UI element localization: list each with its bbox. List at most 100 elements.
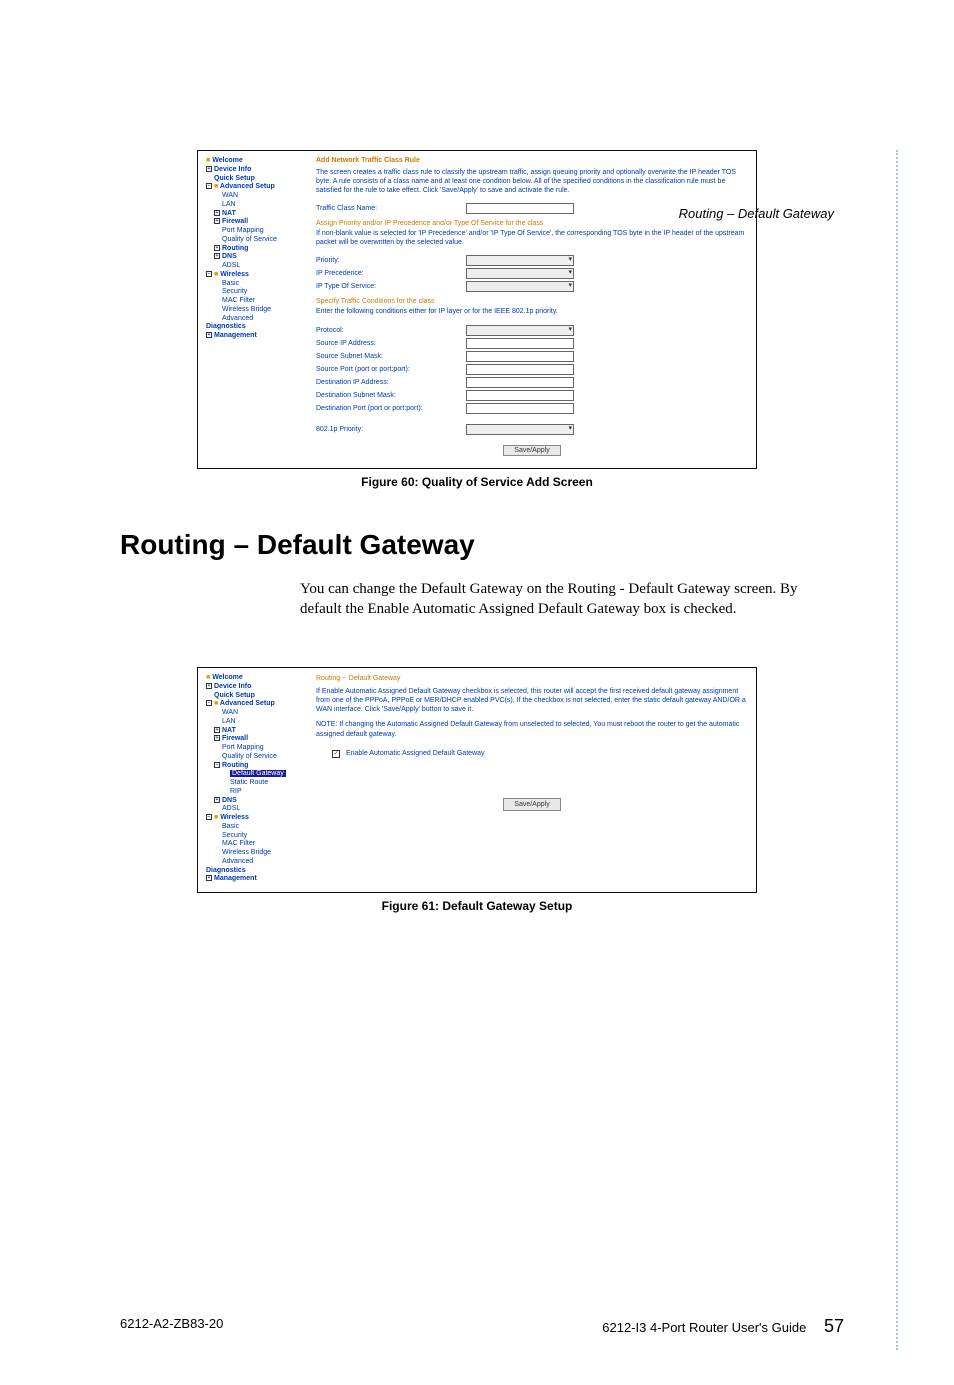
tree-qos[interactable]: Quality of Service	[206, 753, 306, 762]
section-heading: Routing – Default Gateway	[120, 529, 954, 561]
qos-panel: Add Network Traffic Class Rule The scree…	[316, 157, 748, 460]
tree-label: Firewall	[222, 735, 248, 742]
tree-default-gateway[interactable]: Default Gateway	[206, 770, 306, 779]
tree-lan[interactable]: LAN	[206, 201, 306, 210]
tree-firewall[interactable]: +Firewall	[206, 735, 306, 744]
panel-note: NOTE: If changing the Automatic Assigned…	[316, 720, 748, 738]
tree-firewall[interactable]: +Firewall	[206, 218, 306, 227]
tree-diagnostics[interactable]: Diagnostics	[206, 867, 306, 876]
panel-title: Add Network Traffic Class Rule	[316, 157, 748, 164]
tree-label: DNS	[222, 253, 237, 260]
tree-nat[interactable]: +NAT	[206, 727, 306, 736]
label-ip-tos: IP Type Of Service:	[316, 283, 466, 290]
label-src-ip: Source IP Address:	[316, 340, 466, 347]
label-8021p: 802.1p Priority:	[316, 426, 466, 433]
tree-wireless-bridge[interactable]: Wireless Bridge	[206, 849, 306, 858]
input-traffic-class-name[interactable]	[466, 203, 574, 214]
input-src-ip[interactable]	[466, 338, 574, 349]
footer-right: 6212-I3 4-Port Router User's Guide 57	[602, 1316, 844, 1337]
tree-label: NAT	[222, 727, 236, 734]
tree-label: Advanced Setup	[220, 183, 275, 190]
input-dst-port[interactable]	[466, 403, 574, 414]
page-number: 57	[824, 1316, 844, 1336]
tree-label: Wireless	[220, 271, 249, 278]
tree-welcome[interactable]: ■ Welcome	[206, 157, 306, 166]
figure-61-screenshot: ■ Welcome +Device Info Quick Setup –■ Ad…	[197, 667, 757, 893]
tree-label: Management	[214, 332, 257, 339]
tree-label: Default Gateway	[230, 770, 286, 777]
tree-rip[interactable]: RIP	[206, 788, 306, 797]
tree-wireless[interactable]: –■ Wireless	[206, 814, 306, 823]
tree-routing[interactable]: –Routing	[206, 762, 306, 771]
tree-label: DNS	[222, 797, 237, 804]
tree-dns[interactable]: +DNS	[206, 797, 306, 806]
tree-quick-setup[interactable]: Quick Setup	[206, 692, 306, 701]
section-body: You can change the Default Gateway on th…	[300, 579, 820, 620]
figure-61-caption: Figure 61: Default Gateway Setup	[0, 899, 954, 913]
panel-title: Routing -- Default Gateway	[316, 674, 748, 683]
tree-adsl[interactable]: ADSL	[206, 805, 306, 814]
tree-wireless[interactable]: –■ Wireless	[206, 271, 306, 280]
tree-static-route[interactable]: Static Route	[206, 779, 306, 788]
label-dst-ip: Destination IP Address:	[316, 379, 466, 386]
tree-basic[interactable]: Basic	[206, 823, 306, 832]
tree-label: Advanced Setup	[220, 700, 275, 707]
panel-description: If Enable Automatic Assigned Default Gat…	[316, 687, 748, 714]
tree-welcome[interactable]: ■ Welcome	[206, 674, 306, 683]
tree-wan[interactable]: WAN	[206, 709, 306, 718]
tree-lan[interactable]: LAN	[206, 718, 306, 727]
select-ip-tos[interactable]	[466, 281, 574, 292]
tree-management[interactable]: +Management	[206, 875, 306, 884]
tree-advanced-setup[interactable]: –■ Advanced Setup	[206, 700, 306, 709]
tree-diagnostics[interactable]: Diagnostics	[206, 323, 306, 332]
tree-port-mapping[interactable]: Port Mapping	[206, 744, 306, 753]
label-ip-precedence: IP Precedence:	[316, 270, 466, 277]
tree-advanced-setup[interactable]: –■ Advanced Setup	[206, 183, 306, 192]
checkbox-auto-gateway[interactable]: ✓	[332, 750, 340, 758]
subhead-conditions: Specify Traffic Conditions for the class	[316, 298, 748, 305]
tree-label: Device Info	[214, 683, 251, 690]
subhead-priority: Assign Priority and/or IP Precedence and…	[316, 220, 748, 227]
tree-advanced[interactable]: Advanced	[206, 315, 306, 324]
tree-mac-filter[interactable]: MAC Filter	[206, 840, 306, 849]
tree-routing[interactable]: +Routing	[206, 245, 306, 254]
checkbox-label: Enable Automatic Assigned Default Gatewa…	[346, 750, 485, 757]
select-8021p[interactable]	[466, 424, 574, 435]
tree-label: Welcome	[212, 157, 243, 164]
tree-mac-filter[interactable]: MAC Filter	[206, 297, 306, 306]
select-priority[interactable]	[466, 255, 574, 266]
save-apply-button[interactable]: Save/Apply	[503, 445, 561, 456]
input-dst-mask[interactable]	[466, 390, 574, 401]
tree-label: Routing	[222, 245, 248, 252]
tree-security[interactable]: Security	[206, 832, 306, 841]
tree-security[interactable]: Security	[206, 288, 306, 297]
tree-basic[interactable]: Basic	[206, 280, 306, 289]
select-ip-precedence[interactable]	[466, 268, 574, 279]
select-protocol[interactable]	[466, 325, 574, 336]
tree-port-mapping[interactable]: Port Mapping	[206, 227, 306, 236]
tree-label: NAT	[222, 210, 236, 217]
tree-wan[interactable]: WAN	[206, 192, 306, 201]
input-src-mask[interactable]	[466, 351, 574, 362]
tree-device-info[interactable]: +Device Info	[206, 166, 306, 175]
panel-description: The screen creates a traffic class rule …	[316, 168, 748, 195]
nav-tree: ■ Welcome +Device Info Quick Setup –■ Ad…	[206, 157, 306, 460]
gateway-panel: Routing -- Default Gateway If Enable Aut…	[316, 674, 748, 884]
input-src-port[interactable]	[466, 364, 574, 375]
label-src-mask: Source Subnet Mask:	[316, 353, 466, 360]
input-dst-ip[interactable]	[466, 377, 574, 388]
tree-label: Firewall	[222, 218, 248, 225]
tree-wireless-bridge[interactable]: Wireless Bridge	[206, 306, 306, 315]
tree-dns[interactable]: +DNS	[206, 253, 306, 262]
tree-nat[interactable]: +NAT	[206, 210, 306, 219]
tree-label: Device Info	[214, 166, 251, 173]
tree-label: Management	[214, 875, 257, 882]
tree-quick-setup[interactable]: Quick Setup	[206, 175, 306, 184]
tree-advanced[interactable]: Advanced	[206, 858, 306, 867]
save-apply-button[interactable]: Save/Apply	[503, 798, 561, 811]
tree-adsl[interactable]: ADSL	[206, 262, 306, 271]
tree-label: Routing	[222, 762, 248, 769]
tree-management[interactable]: +Management	[206, 332, 306, 341]
tree-qos[interactable]: Quality of Service	[206, 236, 306, 245]
tree-device-info[interactable]: +Device Info	[206, 683, 306, 692]
